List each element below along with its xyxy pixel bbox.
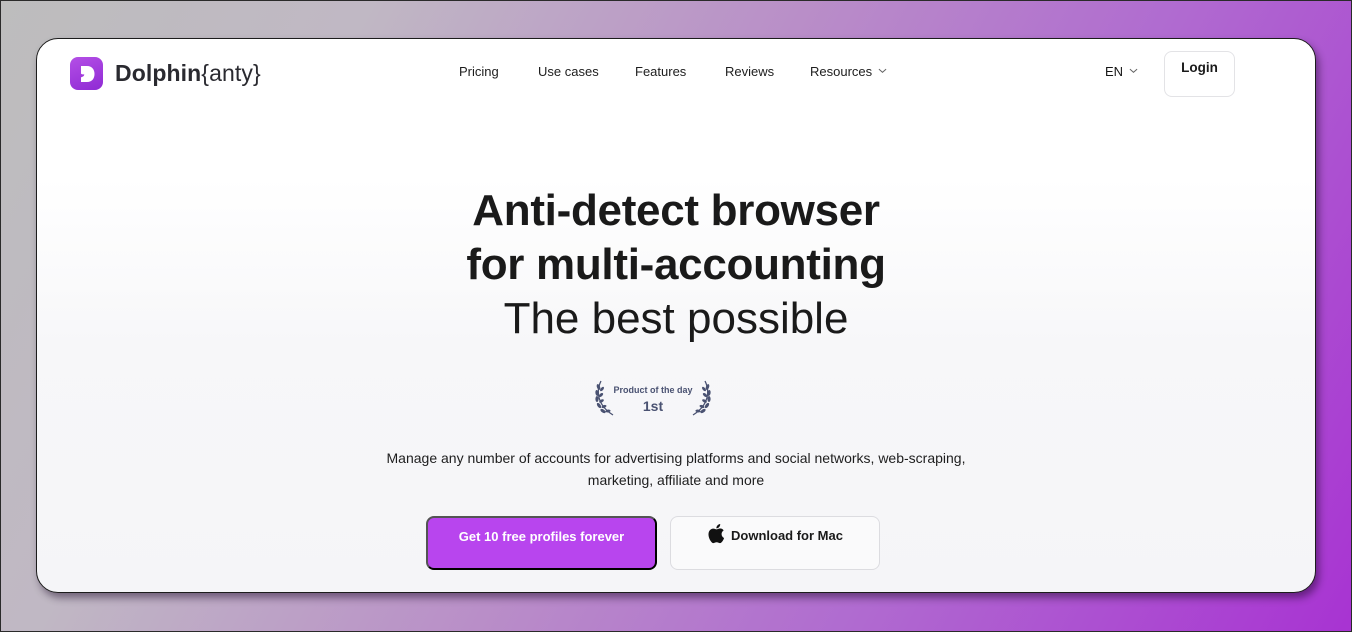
download-for-mac-label: Download for Mac [731,528,843,543]
chevron-down-icon [1129,68,1138,73]
nav-pricing[interactable]: Pricing [459,64,499,79]
product-of-the-day-badge: Product of the day 1st [593,377,713,419]
hero-title-line-1: Anti-detect browser [472,186,880,235]
hero-subtitle: The best possible [503,294,849,343]
brand-logo[interactable]: Dolphin{anty} [70,57,261,90]
brand-name-bold: Dolphin [115,60,202,86]
badge-caption: Product of the day [613,385,693,395]
get-free-profiles-button[interactable]: Get 10 free profiles forever [426,516,657,570]
nav-reviews-label: Reviews [725,64,775,79]
nav-use-cases[interactable]: Use cases [538,64,599,79]
browser-window: Dolphin{anty} Pricing Use cases Features… [36,38,1316,593]
nav-reviews[interactable]: Reviews [725,64,774,79]
dolphin-logo-icon [70,57,103,90]
apple-icon [708,524,725,544]
language-selector[interactable]: EN [1105,64,1138,79]
site-header: Dolphin{anty} Pricing Use cases Features… [37,39,1315,119]
download-for-mac-button[interactable]: Download for Mac [670,516,880,570]
chevron-down-icon [878,68,887,73]
nav-use-cases-label: Use cases [538,64,599,79]
hero-description-line-1: Manage any number of accounts for advert… [386,450,966,466]
nav-features-label: Features [635,64,687,79]
brand-name-light: {anty} [201,60,261,86]
badge-rank: 1st [642,398,664,414]
nav-resources-label: Resources [810,64,873,79]
hero-description: Manage any number of accounts for advert… [37,447,1315,491]
login-button[interactable]: Login [1164,51,1235,97]
language-label: EN [1105,64,1124,79]
hero-description-line-2: marketing, affiliate and more [587,472,765,488]
brand-name: Dolphin{anty} [115,60,261,87]
nav-pricing-label: Pricing [459,64,499,79]
hero-title-line-2: for multi-accounting [466,240,886,289]
nav-features[interactable]: Features [635,64,686,79]
hero-title: Anti-detect browser for multi-accounting… [37,184,1315,346]
nav-resources[interactable]: Resources [810,64,887,79]
